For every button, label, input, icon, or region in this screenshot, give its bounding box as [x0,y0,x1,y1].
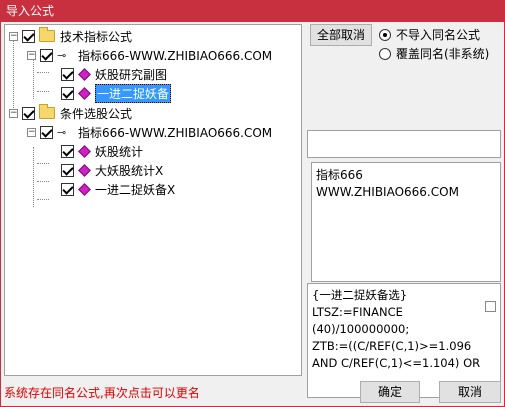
tree-group-label: 条件选股公式 [60,106,133,121]
item-checkbox[interactable] [61,144,74,158]
tree-item-label: 妖股研究副图 [95,67,168,82]
tree-node-source[interactable]: − ⊸ 指标666-WWW.ZHIBIAO666.COM [27,46,272,64]
option-label: 覆盖同名(非系统) [396,47,490,61]
code-line: LTSZ:=FINANCE [312,305,403,319]
tree-item-label: 妖股统计 [95,144,144,159]
option-overwrite[interactable]: 覆盖同名(非系统) [379,45,489,62]
item-checkbox[interactable] [61,182,74,196]
key-icon: ⊸ [57,48,67,62]
collapse-icon[interactable]: − [27,127,36,137]
radio-button[interactable] [379,28,391,41]
code-line: {一进二捉妖备选} [312,288,408,302]
ok-button[interactable]: 确定 [360,381,420,403]
tree-node-source[interactable]: − ⊸ 指标666-WWW.ZHIBIAO666.COM [27,123,272,141]
formula-diamond-icon [78,144,91,158]
folder-icon [39,104,55,119]
item-checkbox[interactable] [61,67,74,81]
folder-icon [39,27,55,42]
formula-info-panel: 指标666 WWW.ZHIBIAO666.COM [311,162,501,282]
code-line: (40)/100000000; [312,322,410,336]
option-label: 不导入同名公式 [396,28,481,42]
tree-item[interactable]: 大妖股统计X [61,161,163,179]
code-option-checkbox[interactable] [485,301,496,312]
tree-node-label: 指标666-WWW.ZHIBIAO666.COM [78,125,273,140]
status-message: 系统存在同名公式,再次点击可以更名 [4,386,200,400]
formula-diamond-icon [78,67,91,81]
tree-item-label: 大妖股统计X [95,163,164,178]
code-line: AND C/REF(C,1)<=1.104) OR [312,356,481,370]
info-line: WWW.ZHIBIAO666.COM [316,185,459,199]
cancel-all-button[interactable]: 全部取消 [310,24,372,46]
preview-blank-box [307,130,501,158]
option-skip-duplicates[interactable]: 不导入同名公式 [379,26,480,43]
tree-item-selected[interactable]: 一进二捉妖备 [61,83,172,103]
formula-diamond-icon [78,86,91,100]
tree-item[interactable]: 妖股研究副图 [61,65,167,83]
cancel-button[interactable]: 取消 [439,381,501,403]
tree-item[interactable]: 一进二捉妖备X [61,180,175,198]
collapse-icon[interactable]: − [9,31,18,41]
source-checkbox[interactable] [40,48,53,62]
item-checkbox[interactable] [61,86,74,100]
tree-node-label: 指标666-WWW.ZHIBIAO666.COM [78,48,273,63]
key-icon: ⊸ [57,125,67,139]
formula-diamond-icon [78,182,91,196]
info-line: 指标666 [316,168,363,182]
collapse-icon[interactable]: − [27,50,36,60]
group-checkbox[interactable] [22,29,35,43]
group-checkbox[interactable] [22,106,35,120]
formula-tree[interactable]: − 技术指标公式 − ⊸ 指标666-WWW.ZHIBIAO666.COM 妖股… [4,24,302,376]
code-line: ZTB:=((C/REF(C,1)>=1.096 [312,339,472,353]
formula-diamond-icon [78,163,91,177]
source-checkbox[interactable] [40,125,53,139]
collapse-icon[interactable]: − [9,108,18,118]
tree-item-label: 一进二捉妖备 [95,83,172,103]
tree-group-technical[interactable]: − 技术指标公式 [9,27,132,45]
tree-item-label: 一进二捉妖备X [95,182,176,197]
radio-button[interactable] [379,47,391,60]
tree-item[interactable]: 妖股统计 [61,142,143,160]
tree-group-condition[interactable]: − 条件选股公式 [9,104,132,122]
window-title: 导入公式 [0,0,505,22]
dialog-body: − 技术指标公式 − ⊸ 指标666-WWW.ZHIBIAO666.COM 妖股… [0,22,505,407]
tree-group-label: 技术指标公式 [60,29,133,44]
item-checkbox[interactable] [61,163,74,177]
